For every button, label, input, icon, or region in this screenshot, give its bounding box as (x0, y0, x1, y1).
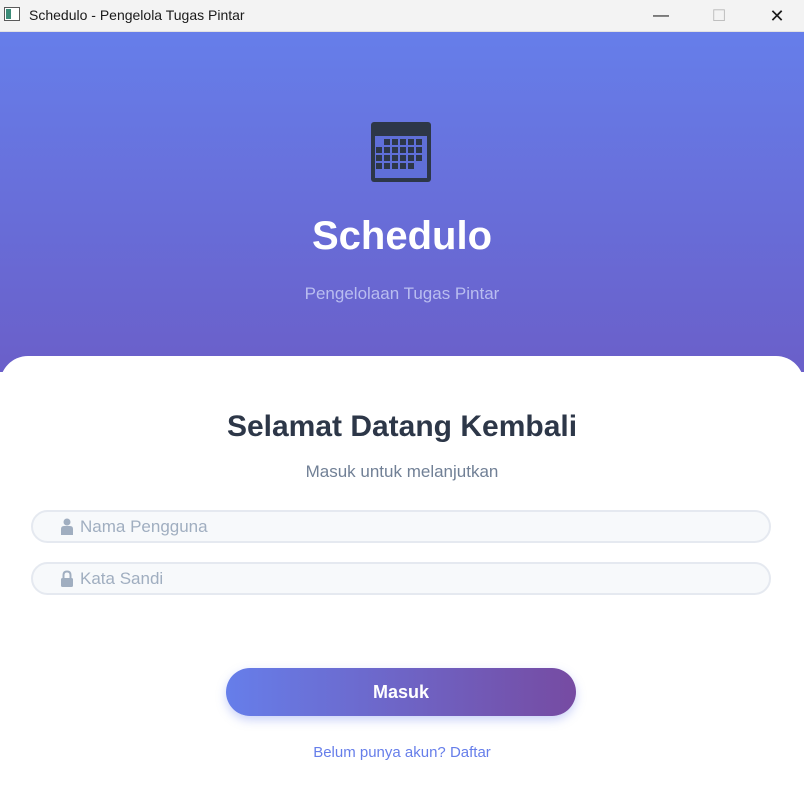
login-card: Selamat Datang Kembali Masuk untuk melan… (0, 356, 804, 811)
lock-icon (61, 570, 73, 587)
username-input[interactable] (80, 512, 760, 541)
welcome-title: Selamat Datang Kembali (226, 410, 578, 443)
app-name: Schedulo (311, 214, 493, 258)
welcome-subtitle: Masuk untuk melanjutkan (305, 462, 499, 481)
user-icon (61, 518, 73, 535)
minimize-button[interactable]: — (632, 0, 690, 32)
hero-banner: Schedulo Pengelolaan Tugas Pintar (0, 32, 804, 372)
password-field[interactable] (31, 562, 771, 595)
login-button[interactable]: Masuk (226, 668, 576, 716)
window-titlebar: Schedulo - Pengelola Tugas Pintar — ☐ ✕ (0, 0, 804, 32)
register-link[interactable]: Belum punya akun? Daftar (0, 744, 804, 761)
app-window-icon (4, 7, 20, 21)
username-field[interactable] (31, 510, 771, 543)
password-input[interactable] (80, 564, 760, 593)
calendar-icon (371, 122, 431, 182)
close-button[interactable]: ✕ (748, 0, 804, 32)
app-tagline: Pengelolaan Tugas Pintar (304, 284, 500, 303)
window-title: Schedulo - Pengelola Tugas Pintar (29, 7, 245, 23)
maximize-button[interactable]: ☐ (690, 0, 748, 32)
